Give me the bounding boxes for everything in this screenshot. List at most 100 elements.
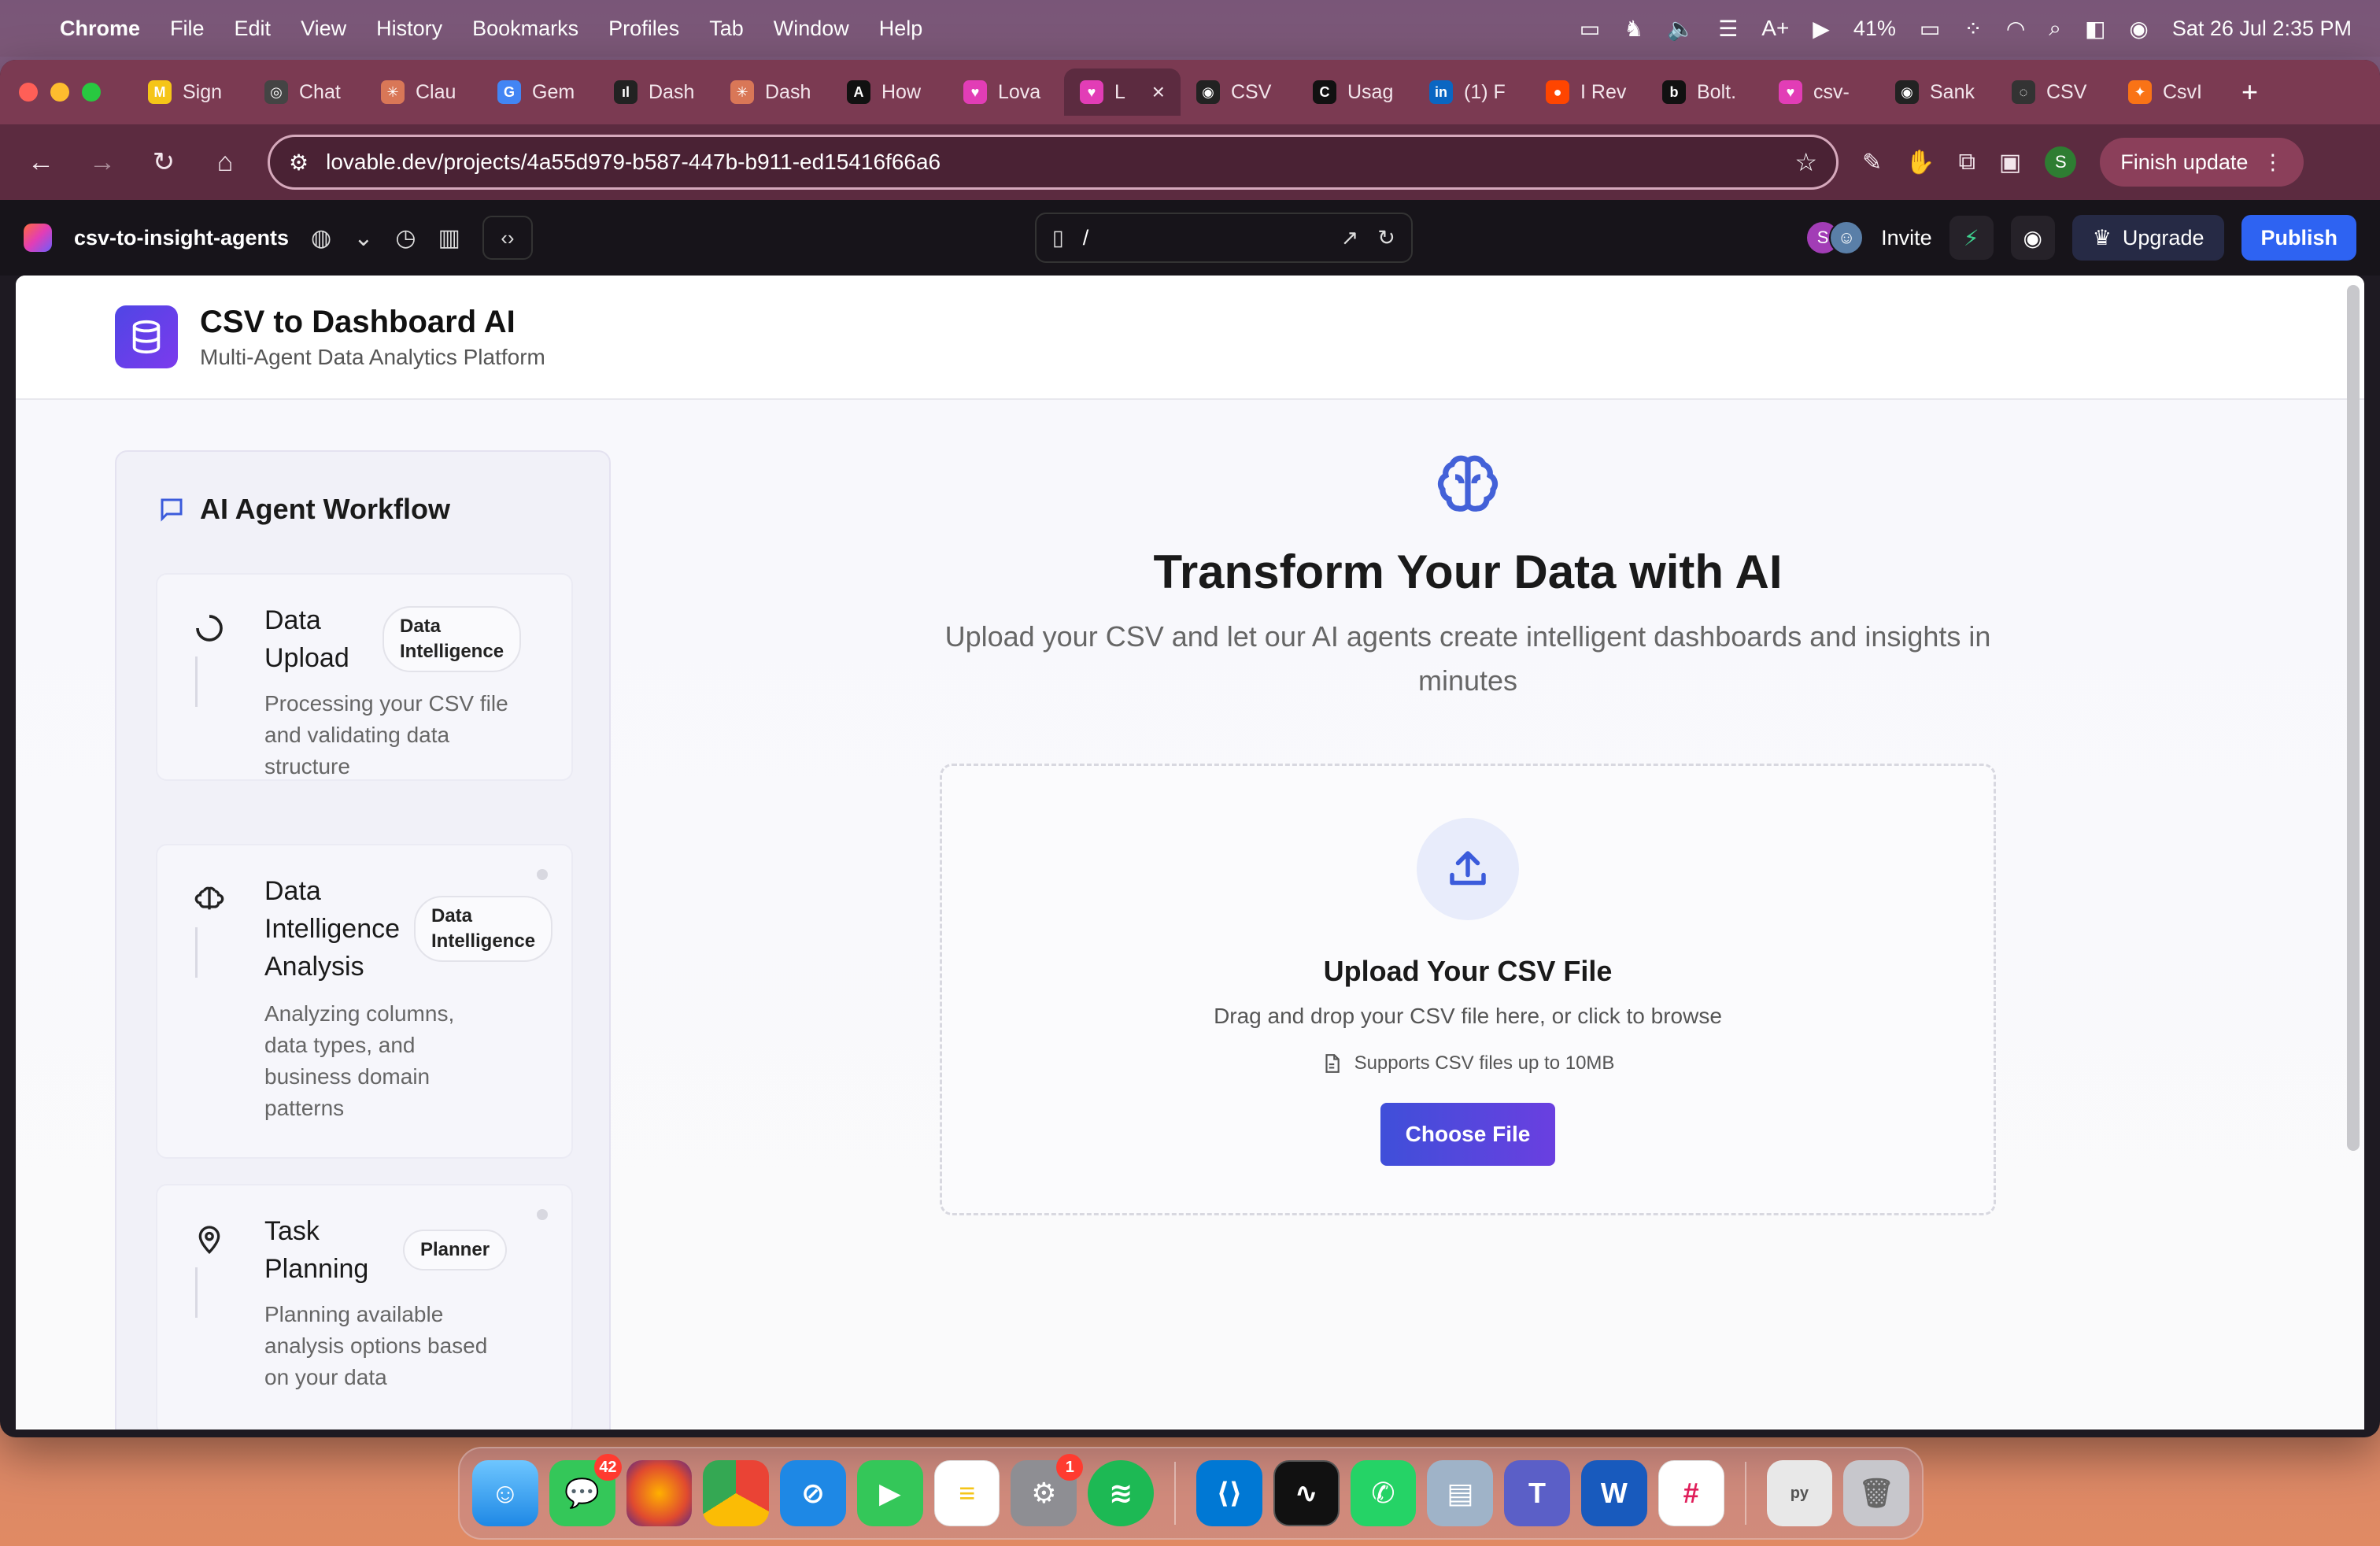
close-tab-icon[interactable]: × <box>1152 80 1165 105</box>
back-icon[interactable]: ← <box>22 147 60 178</box>
spotify-icon[interactable]: ≋ <box>1088 1460 1155 1526</box>
profile-avatar[interactable]: S <box>2045 146 2077 178</box>
maximize-window-button[interactable] <box>82 83 101 102</box>
preview-scrollbar[interactable] <box>2347 285 2360 1151</box>
choose-file-button[interactable]: Choose File <box>1380 1103 1556 1166</box>
search-icon[interactable]: ⌕ <box>2049 16 2061 42</box>
open-external-icon[interactable]: ↗ <box>1341 226 1359 250</box>
preview-url-bar[interactable]: ▯ / ↗ ↻ <box>1034 213 1413 263</box>
menu-window[interactable]: Window <box>774 17 849 41</box>
browser-tab[interactable]: ♥ L × <box>1064 68 1181 116</box>
tab-search-icon[interactable]: ▣ <box>1999 149 2021 176</box>
lovable-logo[interactable] <box>24 224 52 252</box>
browser-tab[interactable]: ● I Rev <box>1530 68 1646 116</box>
stack-icon[interactable]: ☰ <box>1718 16 1738 42</box>
datetime[interactable]: Sat 26 Jul 2:35 PM <box>2172 17 2352 41</box>
siri-icon[interactable]: ◉ <box>2129 16 2148 42</box>
browser-tab[interactable]: ♥ csv- <box>1763 68 1879 116</box>
upgrade-button[interactable]: ♛ Upgrade <box>2071 215 2225 261</box>
play-icon[interactable]: ▶ <box>1813 16 1830 42</box>
vscode-icon[interactable]: ⟨⟩ <box>1196 1460 1262 1526</box>
finder-icon[interactable]: ☺ <box>472 1460 538 1526</box>
browser-tab[interactable]: C Usag <box>1297 68 1414 116</box>
history-icon[interactable]: ◷ <box>395 224 416 252</box>
url-text[interactable]: lovable.dev/projects/4a55d979-b587-447b-… <box>326 150 1777 175</box>
browser-tab[interactable]: G Gem <box>482 68 598 116</box>
word-icon[interactable]: W <box>1580 1460 1647 1526</box>
browser-tab[interactable]: ◉ Sank <box>1879 68 1996 116</box>
supabase-icon[interactable]: ⚡ <box>1949 216 1994 260</box>
text-size-icon[interactable]: A+ <box>1761 16 1789 41</box>
finish-update-button[interactable]: Finish update ⋮ <box>2100 138 2304 187</box>
control-center-icon[interactable]: ◧ <box>2085 16 2105 42</box>
notes-icon[interactable]: ≡ <box>933 1460 1000 1526</box>
minimize-window-button[interactable] <box>50 83 69 102</box>
chrome-icon[interactable] <box>703 1460 770 1526</box>
csv-dropzone[interactable]: Upload Your CSV File Drag and drop your … <box>940 764 1996 1215</box>
menu-bookmarks[interactable]: Bookmarks <box>472 17 578 41</box>
workflow-step-data-intelligence[interactable]: Data Intelligence Analysis Data Intellig… <box>156 844 573 1159</box>
close-window-button[interactable] <box>19 83 38 102</box>
invite-button[interactable]: Invite <box>1881 226 1932 250</box>
workflow-step-task-planning[interactable]: Task Planning Planner Planning available… <box>156 1184 573 1429</box>
facetime-icon[interactable]: ▶ <box>856 1460 923 1526</box>
site-settings-icon[interactable]: ⚙ <box>289 150 309 176</box>
messages-icon[interactable]: 💬 42 <box>549 1454 622 1526</box>
github-icon[interactable]: ◉ <box>2010 216 2055 260</box>
battery-icon[interactable]: ▭ <box>1920 16 1940 42</box>
preview-app-icon[interactable]: ▤ <box>1427 1460 1494 1526</box>
home-icon[interactable]: ⌂ <box>206 147 244 178</box>
extension-feather-icon[interactable]: ✎ <box>1862 149 1882 176</box>
python-file-icon[interactable]: py <box>1766 1460 1833 1526</box>
menu-history[interactable]: History <box>376 17 442 41</box>
menu-view[interactable]: View <box>301 17 346 41</box>
menu-edit[interactable]: Edit <box>235 17 272 41</box>
code-view-button[interactable]: ‹› <box>482 216 533 260</box>
sidebar-toggle-icon[interactable]: ▥ <box>438 224 460 252</box>
firefox-icon[interactable] <box>626 1460 693 1526</box>
browser-tab[interactable]: M Sign <box>132 68 249 116</box>
collaborator-avatars[interactable]: S ☺ <box>1805 220 1864 255</box>
new-tab-button[interactable]: + <box>2241 76 2258 109</box>
browser-tab[interactable]: ◌ CSV <box>1996 68 2112 116</box>
safari-icon[interactable]: ⊘ <box>780 1460 846 1526</box>
browser-tab[interactable]: ◎ Chat <box>249 68 365 116</box>
browser-tab[interactable]: ✳ Dash <box>715 68 831 116</box>
volume-icon[interactable]: 🔈 <box>1667 16 1694 42</box>
teams-icon[interactable]: T <box>1504 1460 1570 1526</box>
address-bar[interactable]: ⚙ lovable.dev/projects/4a55d979-b587-447… <box>268 135 1839 190</box>
menu-help[interactable]: Help <box>879 17 923 41</box>
browser-tab[interactable]: in (1) F <box>1414 68 1530 116</box>
refresh-preview-icon[interactable]: ↻ <box>1377 226 1395 250</box>
browser-tab[interactable]: ✦ CsvI <box>2112 68 2229 116</box>
browser-tab[interactable]: b Bolt. <box>1646 68 1763 116</box>
reload-icon[interactable]: ↻ <box>145 146 183 178</box>
bookmark-star-icon[interactable]: ☆ <box>1794 147 1817 177</box>
extensions-puzzle-icon[interactable]: ⧉ <box>1959 149 1975 176</box>
browser-tab[interactable]: ◉ CSV <box>1181 68 1297 116</box>
chevron-down-icon[interactable]: ⌄ <box>353 224 373 252</box>
system-settings-icon[interactable]: ⚙ 1 <box>1011 1454 1084 1526</box>
trash-icon[interactable]: 🗑 <box>1843 1460 1910 1526</box>
browser-tab[interactable]: ✳ Clau <box>365 68 482 116</box>
cat-icon[interactable]: ♞ <box>1624 16 1643 42</box>
menu-tab[interactable]: Tab <box>709 17 744 41</box>
browser-tab[interactable]: ıl Dash <box>598 68 715 116</box>
menu-app-name[interactable]: Chrome <box>60 17 140 41</box>
browser-tab[interactable]: ♥ Lova <box>948 68 1064 116</box>
menu-profiles[interactable]: Profiles <box>608 17 679 41</box>
activity-monitor-icon[interactable]: ∿ <box>1273 1460 1340 1526</box>
wifi-icon[interactable]: ◠ <box>2006 16 2025 42</box>
preview-path[interactable]: / <box>1083 226 1322 250</box>
slack-icon[interactable]: # <box>1658 1460 1724 1526</box>
menu-file[interactable]: File <box>170 17 205 41</box>
browser-tab[interactable]: A How <box>831 68 948 116</box>
dots-icon[interactable]: ⁘ <box>1964 16 1982 42</box>
project-name[interactable]: csv-to-insight-agents <box>74 226 289 250</box>
publish-button[interactable]: Publish <box>2241 215 2356 261</box>
device-toggle-icon[interactable]: ▯ <box>1052 226 1064 250</box>
forward-icon[interactable]: → <box>83 147 121 178</box>
wd-drive-icon[interactable]: ▭ <box>1580 16 1600 42</box>
extension-hand-icon[interactable]: ✋ <box>1905 149 1935 176</box>
workflow-step-data-upload[interactable]: Data Upload Data Intelligence Processing… <box>156 573 573 781</box>
